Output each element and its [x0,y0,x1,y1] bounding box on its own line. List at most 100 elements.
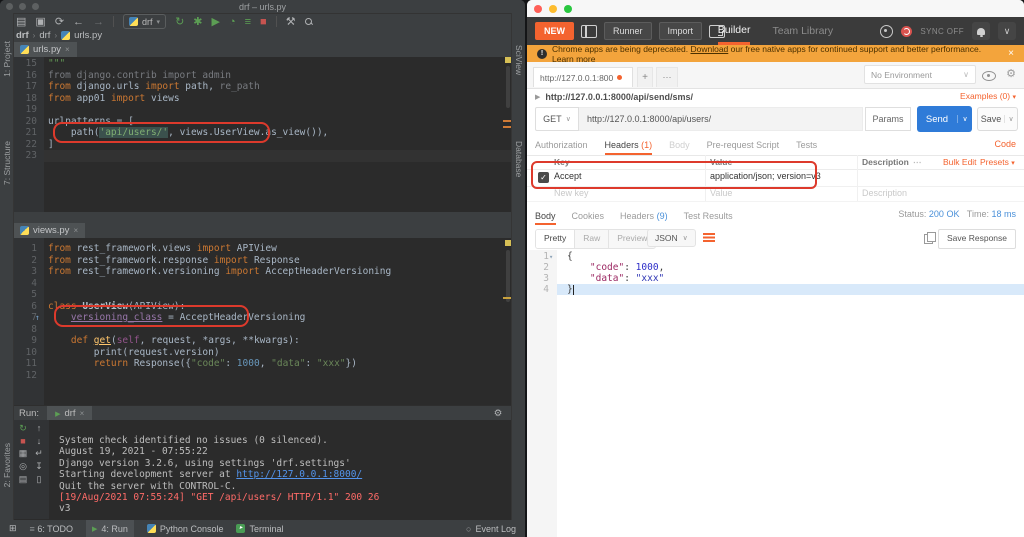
run-tab-drf[interactable]: ▶ drf × [47,406,93,421]
tab-headers[interactable]: Headers (1) [604,140,653,155]
close-icon[interactable]: × [80,409,85,418]
header-value-cell[interactable]: application/json; version=v3 [710,171,821,181]
scrollbar-thumb[interactable] [506,66,510,108]
url-input[interactable]: http://127.0.0.1:8000/api/users/ [579,107,863,131]
examples-dropdown[interactable]: Examples (0) ▾ [960,91,1016,101]
tab-response-headers[interactable]: Headers (9) [620,211,668,225]
breadcrumb-project[interactable]: drf [16,30,29,41]
run-coverage-icon[interactable]: ▶ [212,15,220,28]
wrap-lines-icon[interactable] [703,233,715,243]
profiler-icon[interactable]: ◔ [229,16,236,28]
gear-icon[interactable]: ⚙ [494,408,503,419]
toolwindow-favorites[interactable]: 2: Favorites [2,443,12,487]
method-select[interactable]: GET ∨ [535,107,579,131]
new-key-input[interactable]: New key [554,188,589,198]
new-button[interactable]: NEW [535,22,574,40]
environment-preview-icon[interactable] [982,71,996,81]
response-body-viewer[interactable]: 1 ▾{2 "code": 1000, 3 "data": "xxx" 4} [527,250,1024,537]
tab-urls-py[interactable]: urls.py × [13,41,77,58]
scrollbar-thumb[interactable] [506,250,510,302]
sync-icon[interactable] [901,25,913,37]
toolwindow-project[interactable]: 1: Project [2,41,12,77]
tab-team-library[interactable]: Team Library [772,17,833,45]
back-icon[interactable]: ← [73,16,84,28]
tab-tests[interactable]: Tests [796,140,817,155]
tab-views-py[interactable]: views.py × [13,222,86,239]
runner-button[interactable]: Runner [604,22,652,40]
tab-overflow-button[interactable]: ⋯ [656,67,678,87]
toolwindow-database[interactable]: Database [514,141,524,177]
run-console-output[interactable]: System check identified no issues (0 sil… [49,420,525,534]
tab-test-results[interactable]: Test Results [684,211,733,225]
close-icon[interactable]: × [73,226,78,235]
statusbar-toggle-icon[interactable]: ⊞ [9,523,17,534]
tab-builder[interactable]: Builder [717,17,751,45]
download-link[interactable]: Download [690,44,728,54]
code-link[interactable]: Code [994,139,1016,149]
pretty-button[interactable]: Pretty [536,230,576,248]
environment-settings-gear-icon[interactable]: ⚙ [1006,67,1016,80]
close-icon[interactable]: × [65,45,70,54]
toolwindow-sciview[interactable]: SciView [514,45,524,75]
notifications-button[interactable] [972,22,990,40]
clear-icon[interactable]: ▯ [31,474,47,485]
inspection-status-square[interactable] [505,240,511,246]
disclosure-triangle-icon[interactable]: ▶ [535,93,540,101]
concurrency-icon[interactable]: ≡ [245,16,251,28]
raw-button[interactable]: Raw [575,230,610,248]
down-stacktrace-icon[interactable]: ↓ [31,436,47,446]
stop-icon[interactable]: ■ [260,16,267,28]
stop-icon[interactable]: ■ [15,436,31,446]
pin-icon[interactable]: ◎ [15,461,31,472]
tab-cookies[interactable]: Cookies [572,211,605,225]
debug-icon[interactable]: ✱ [193,15,202,28]
more-options-icon[interactable]: ⋯ [913,157,922,168]
save-button[interactable]: Save ∨ [977,107,1018,131]
account-menu-button[interactable]: ∨ [998,22,1016,40]
layout-toggle-icon[interactable] [581,24,597,38]
format-select[interactable]: JSON ∨ [647,229,696,247]
new-value-input[interactable]: Value [710,188,732,198]
run-configuration-select[interactable]: drf ▾ [123,14,167,29]
up-stacktrace-icon[interactable]: ↑ [31,423,47,434]
window-zoom-button[interactable] [564,4,572,13]
rerun-icon[interactable]: ↻ [175,15,184,28]
params-button[interactable]: Params [865,107,911,131]
header-key-cell[interactable]: Accept [554,171,582,181]
save-response-button[interactable]: Save Response [937,229,1016,249]
header-row-checkbox[interactable]: ✓ [538,172,549,183]
tab-authorization[interactable]: Authorization [535,140,588,155]
inspection-status-square[interactable] [505,57,511,63]
open-folder-icon[interactable]: ▤ [16,15,26,28]
request-tab[interactable]: http://127.0.0.1:800 [533,67,633,87]
tab-body[interactable]: Body [669,140,690,155]
window-minimize-button[interactable] [549,4,557,13]
save-all-icon[interactable]: ▣ [35,15,45,28]
forward-icon[interactable]: → [93,16,104,28]
print-icon[interactable]: ▤ [15,474,31,485]
soft-wrap-icon[interactable]: ↵ [31,448,47,459]
statusbar-terminal[interactable]: ▸ Terminal [236,524,283,534]
new-tab-button[interactable]: + [637,67,653,87]
search-icon[interactable] [304,17,313,26]
statusbar-event-log[interactable]: ○ Event Log [466,524,516,534]
statusbar-todo[interactable]: ≡ 6: TODO [30,524,73,534]
statusbar-python-console[interactable]: Python Console [146,524,223,534]
sync-icon[interactable]: ⟳ [55,15,64,28]
statusbar-run[interactable]: ▶ 4: Run [86,520,134,537]
rerun-icon[interactable]: ↻ [15,423,31,434]
interceptor-icon[interactable] [880,24,894,38]
tab-response-body[interactable]: Body [535,211,556,225]
settings-wrench-icon[interactable]: ⚒ [286,15,296,28]
scroll-to-end-icon[interactable]: ↧ [31,461,47,472]
restore-layout-icon[interactable]: ▦ [15,448,31,459]
breadcrumb-package[interactable]: drf [39,30,50,41]
import-button[interactable]: Import [658,22,703,40]
copy-icon[interactable] [924,232,936,244]
breadcrumb-file[interactable]: urls.py [74,30,102,41]
editor-urls-py[interactable]: 15 """ 16 from django.contrib import admin 1… [13,57,512,212]
bulk-edit-link[interactable]: Bulk Edit [943,157,977,167]
editor-views-py[interactable]: 1 from rest_framework.views import APIVie… [13,238,512,410]
toolwindow-structure[interactable]: 7: Structure [2,141,12,185]
presets-dropdown[interactable]: Presets ▾ [980,157,1015,167]
